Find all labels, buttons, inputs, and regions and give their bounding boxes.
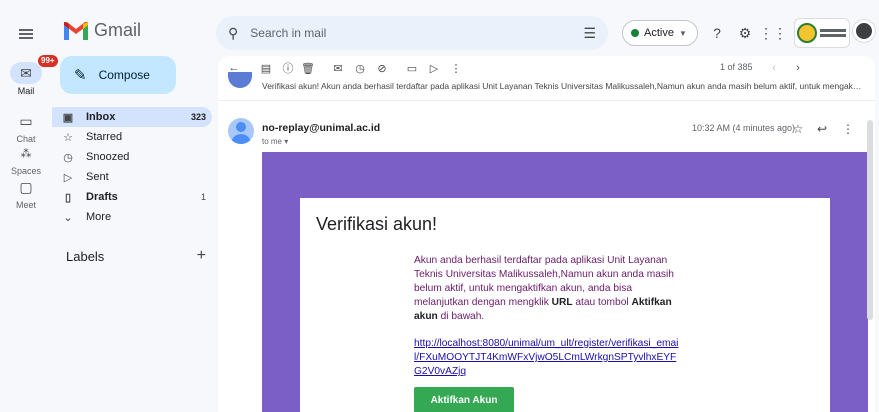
archive-icon[interactable]: ▤ [258, 60, 274, 76]
sender-avatar [228, 118, 254, 144]
email-card: Verifikasi akun! Akun anda berhasil terd… [300, 198, 830, 412]
hamburger-icon [19, 33, 33, 35]
url-emphasis: URL [551, 297, 573, 308]
sender-email[interactable]: no-replay@unimal.ac.id [262, 122, 380, 134]
draft-icon: ▯ [64, 191, 72, 204]
nav-item-more[interactable]: ⌄ More [52, 207, 212, 227]
status-dot [631, 29, 639, 37]
inbox-icon: ▣ [62, 111, 74, 124]
label-icon[interactable]: ▷ [426, 60, 442, 76]
person-icon [236, 122, 246, 132]
more-vert-icon[interactable]: ⋮ [840, 121, 856, 137]
email-paragraph: Akun anda berhasil terdaftar pada aplika… [414, 255, 674, 322]
gmail-logo[interactable]: Gmail [64, 20, 141, 41]
compose-label: Compose [98, 68, 150, 82]
message-toolbar: ← ▤ ⓘ 🗑 ✉ ◷ ⊘ ▭ ▷ ⋮ 1 of 385 ‹ › [218, 56, 875, 80]
nav-item-sent[interactable]: ▷ Sent [52, 167, 212, 187]
rail-label-meet: Meet [15, 200, 36, 210]
add-task-icon[interactable]: ⊘ [374, 60, 390, 76]
activate-account-button[interactable]: Aktifkan Akun [414, 387, 514, 412]
rail-item-chat[interactable]: ▭ Chat [0, 110, 52, 145]
mail-icon: ✉ 99+ [10, 55, 58, 84]
nav-item-inbox[interactable]: ▣ Inbox 323 [52, 107, 212, 127]
chevron-down-icon: ⌄ [63, 211, 73, 224]
app-name: Gmail [94, 20, 142, 40]
rail-item-spaces[interactable]: ⁂ Spaces [0, 142, 52, 177]
rail-item-mail[interactable]: ✉ 99+ Mail [0, 55, 58, 96]
older-chevron-icon[interactable]: › [790, 60, 806, 76]
nav-item-drafts[interactable]: ▯ Drafts 1 [52, 187, 212, 207]
collapsed-message[interactable]: Verifikasi akun! Akun anda berhasil terd… [218, 72, 875, 98]
status-selector[interactable]: Active ▼ [622, 20, 698, 46]
newer-chevron-icon[interactable]: ‹ [766, 60, 782, 76]
clock-icon: ◷ [63, 151, 73, 164]
message-pane: ← ▤ ⓘ 🗑 ✉ ◷ ⊘ ▭ ▷ ⋮ 1 of 385 ‹ › Verifik… [218, 56, 875, 412]
star-icon[interactable]: ☆ [790, 121, 806, 137]
search-options-icon[interactable]: ☰ [583, 25, 596, 42]
search-icon[interactable]: ⚲ [228, 25, 238, 42]
nav-item-starred[interactable]: ☆ Starred [52, 127, 212, 147]
star-icon: ☆ [63, 131, 73, 144]
compose-button[interactable]: ✎ Compose [60, 56, 176, 94]
nav-label: Sent [86, 171, 109, 183]
rail-item-meet[interactable]: ▢ Meet [0, 176, 52, 211]
rail-label-mail: Mail [17, 86, 35, 96]
unread-badge: 99+ [38, 55, 58, 67]
report-spam-icon[interactable]: ⓘ [280, 60, 296, 76]
nav-label: Inbox [86, 111, 116, 123]
chevron-down-icon: ▼ [678, 28, 687, 38]
organization-logo[interactable] [794, 18, 850, 48]
email-banner: Verifikasi akun! Akun anda berhasil terd… [262, 152, 868, 412]
snooze-icon[interactable]: ◷ [352, 60, 368, 76]
left-rail: ✉ 99+ Mail ▭ Chat ⁂ Spaces ▢ Meet [0, 0, 58, 412]
mark-unread-icon[interactable]: ✉ [330, 60, 346, 76]
send-icon: ▷ [63, 171, 73, 184]
settings-gear-icon[interactable]: ⚙ [734, 22, 756, 44]
main-menu-button[interactable] [14, 22, 38, 46]
gmail-m-icon [64, 21, 88, 40]
trash-icon[interactable]: 🗑 [300, 60, 316, 76]
labels-header: Labels + [66, 247, 206, 265]
search-input[interactable]: Search in mail [250, 26, 583, 40]
recipient-details[interactable]: to me ▾ [262, 137, 288, 146]
reply-icon[interactable]: ↩ [814, 121, 830, 137]
divider [218, 100, 875, 101]
scrollbar[interactable] [867, 120, 873, 320]
add-label-icon[interactable]: + [197, 247, 206, 265]
message-time: 10:32 AM (4 minutes ago) [692, 123, 796, 133]
message-snippet: Verifikasi akun! Akun anda berhasil terd… [262, 81, 862, 91]
verification-link[interactable]: http://localhost:8080/unimal/um_ult/regi… [414, 337, 682, 379]
sender-avatar [228, 72, 252, 88]
status-label: Active [644, 27, 674, 39]
labels-title: Labels [66, 248, 105, 264]
spaces-icon: ⁂ [20, 147, 32, 160]
chat-icon: ▭ [19, 112, 33, 129]
help-icon[interactable]: ? [706, 22, 728, 44]
pencil-icon: ✎ [74, 67, 87, 84]
organization-wordmark [820, 29, 846, 37]
email-title: Verifikasi akun! [316, 214, 438, 234]
mail-nav: ▣ Inbox 323 ☆ Starred ◷ Snoozed ▷ Sent ▯… [52, 107, 212, 227]
nav-label: More [86, 211, 112, 223]
account-avatar[interactable] [853, 20, 875, 42]
apps-grid-icon[interactable]: ⋮⋮ [759, 22, 787, 44]
rail-label-spaces: Spaces [10, 166, 42, 176]
nav-item-snoozed[interactable]: ◷ Snoozed [52, 147, 212, 167]
more-vert-icon[interactable]: ⋮ [448, 60, 464, 76]
search-bar[interactable]: ⚲ Search in mail ☰ [216, 16, 608, 50]
nav-count: 1 [200, 192, 206, 202]
nav-count: 323 [190, 112, 206, 122]
university-seal-icon [797, 23, 817, 43]
nav-label: Drafts [86, 191, 118, 203]
nav-label: Starred [86, 131, 123, 143]
nav-label: Snoozed [86, 151, 130, 163]
move-to-folder-icon[interactable]: ▭ [404, 60, 420, 76]
video-camera-icon: ▢ [19, 178, 33, 195]
pagination-text: 1 of 385 [720, 62, 753, 72]
